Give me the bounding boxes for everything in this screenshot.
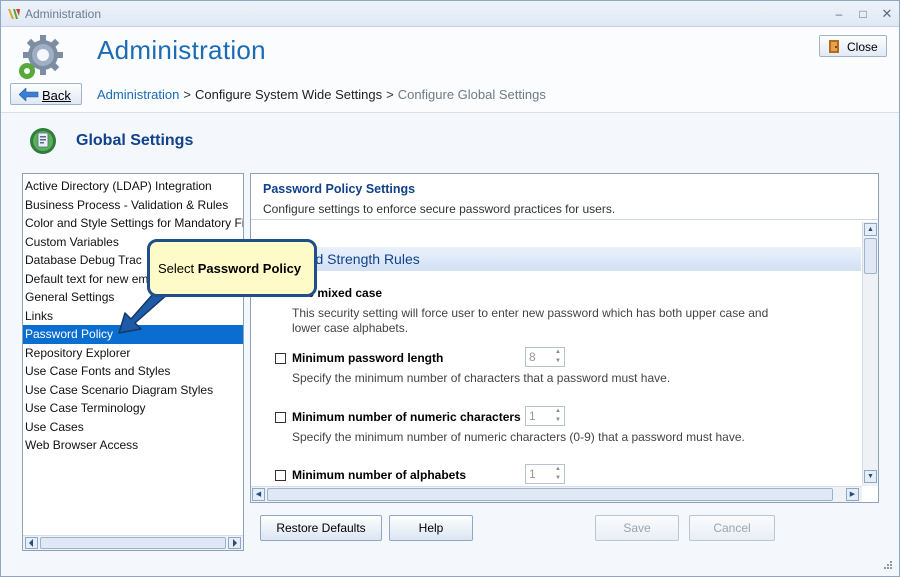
back-button[interactable]: Back [10,83,82,105]
spinner-up-icon[interactable]: ▲ [552,407,564,416]
scroll-down-icon[interactable]: ▼ [864,470,877,483]
breadcrumb-administration-link[interactable]: Administration [97,87,179,102]
scroll-left-icon[interactable]: ◀ [252,488,265,501]
rule-checkbox[interactable] [275,412,286,423]
instruction-callout: Select Password Policy [147,239,317,297]
panel-title: Password Policy Settings [263,182,416,196]
strength-rules-band: ord Strength Rules [253,247,861,271]
close-app-label: Close [847,40,878,54]
window-title: Administration [25,7,102,21]
sidebar-item[interactable]: Use Case Terminology [23,399,243,418]
sidebar-item[interactable]: Use Cases [23,418,243,437]
title-bar[interactable]: Administration – □ ✕ [1,1,899,27]
panel-vertical-scrollbar[interactable]: ▲ ▼ [862,222,878,486]
sidebar-item[interactable]: Use Case Scenario Diagram Styles [23,381,243,400]
rule-name: Minimum password length [292,351,444,365]
page-title: Administration [97,35,266,65]
panel-subtitle: Configure settings to enforce secure pas… [263,202,616,216]
help-button[interactable]: Help [389,515,473,541]
app-logo-icon [8,9,20,19]
rule-checkbox[interactable] [275,470,286,481]
scroll-right-icon[interactable]: ▶ [846,488,859,501]
spinner-down-icon[interactable]: ▼ [552,357,564,366]
breadcrumb-separator: > [183,87,191,102]
spinner-down-icon[interactable]: ▼ [552,474,564,483]
scroll-up-icon[interactable]: ▲ [864,223,877,236]
spinner-value: 8 [529,350,536,364]
sidebar-item[interactable]: Active Directory (LDAP) Integration [23,177,243,196]
left-list-horizontal-scrollbar[interactable] [23,535,243,550]
globe-settings-icon [30,128,56,154]
back-arrow-icon [19,88,39,101]
cancel-button[interactable]: Cancel [689,515,775,541]
rule-value-spinner[interactable]: 1 ▲ ▼ [525,406,565,426]
sidebar-item[interactable]: Business Process - Validation & Rules [23,196,243,215]
restore-defaults-button[interactable]: Restore Defaults [260,515,382,541]
breadcrumb: Administration > Configure System Wide Set… [97,87,546,102]
rule-description: This security setting will force user to… [292,306,769,335]
sidebar-item[interactable]: Use Case Fonts and Styles [23,362,243,381]
left-list-scroll-thumb[interactable] [40,537,226,549]
breadcrumb-separator: > [386,87,394,102]
sidebar-item[interactable]: Repository Explorer [23,344,243,363]
spinner-value: 1 [529,467,536,481]
scroll-right-icon[interactable] [228,537,241,549]
panel-header: Password Policy Settings Configure setti… [251,174,878,220]
back-label: Back [42,88,71,103]
save-button[interactable]: Save [595,515,679,541]
rule-description: Specify the minimum number of numeric ch… [292,430,745,444]
rule-name: Minimum number of alphabets [292,468,467,482]
rule-value-spinner[interactable]: 8 ▲ ▼ [525,347,565,367]
administration-window: Administration – □ ✕ Administration Clos… [0,0,900,577]
gear-icon [19,35,63,79]
rule-value-spinner[interactable]: 1 ▲ ▼ [525,464,565,484]
panel-vertical-scroll-thumb[interactable] [864,238,877,274]
spinner-up-icon[interactable]: ▲ [552,348,564,357]
rule-description: Specify the minimum number of characters… [292,371,671,385]
window-close-button[interactable]: ✕ [877,5,897,23]
settings-panel: Password Policy Settings Configure setti… [250,173,879,503]
spinner-value: 1 [529,409,536,423]
rule-name: Minimum number of numeric characters [292,410,521,424]
settings-category-list[interactable]: Active Directory (LDAP) Integration Busin… [22,173,244,551]
breadcrumb-system-settings: Configure System Wide Settings [194,87,383,102]
callout-text: Select Password Policy [158,261,302,276]
panel-horizontal-scrollbar[interactable]: ◀ ▶ [251,486,862,502]
exit-door-icon [829,40,839,53]
strength-rules-heading: ord Strength Rules [303,251,420,267]
section-title: Global Settings [76,132,194,149]
sidebar-item[interactable]: Color and Style Settings for Mandatory F… [23,214,243,233]
close-app-button[interactable]: Close [819,35,887,57]
rule-checkbox[interactable] [275,353,286,364]
minimize-button[interactable]: – [829,5,849,23]
maximize-button[interactable]: □ [853,5,873,23]
sidebar-item[interactable]: Web Browser Access [23,436,243,455]
spinner-up-icon[interactable]: ▲ [552,465,564,474]
resize-grip-icon[interactable] [883,560,893,570]
spinner-down-icon[interactable]: ▼ [552,416,564,425]
header: Administration Close Back Administration… [1,27,899,113]
panel-horizontal-scroll-thumb[interactable] [267,488,833,501]
scroll-left-icon[interactable] [25,537,38,549]
breadcrumb-current: Configure Global Settings [397,87,546,102]
